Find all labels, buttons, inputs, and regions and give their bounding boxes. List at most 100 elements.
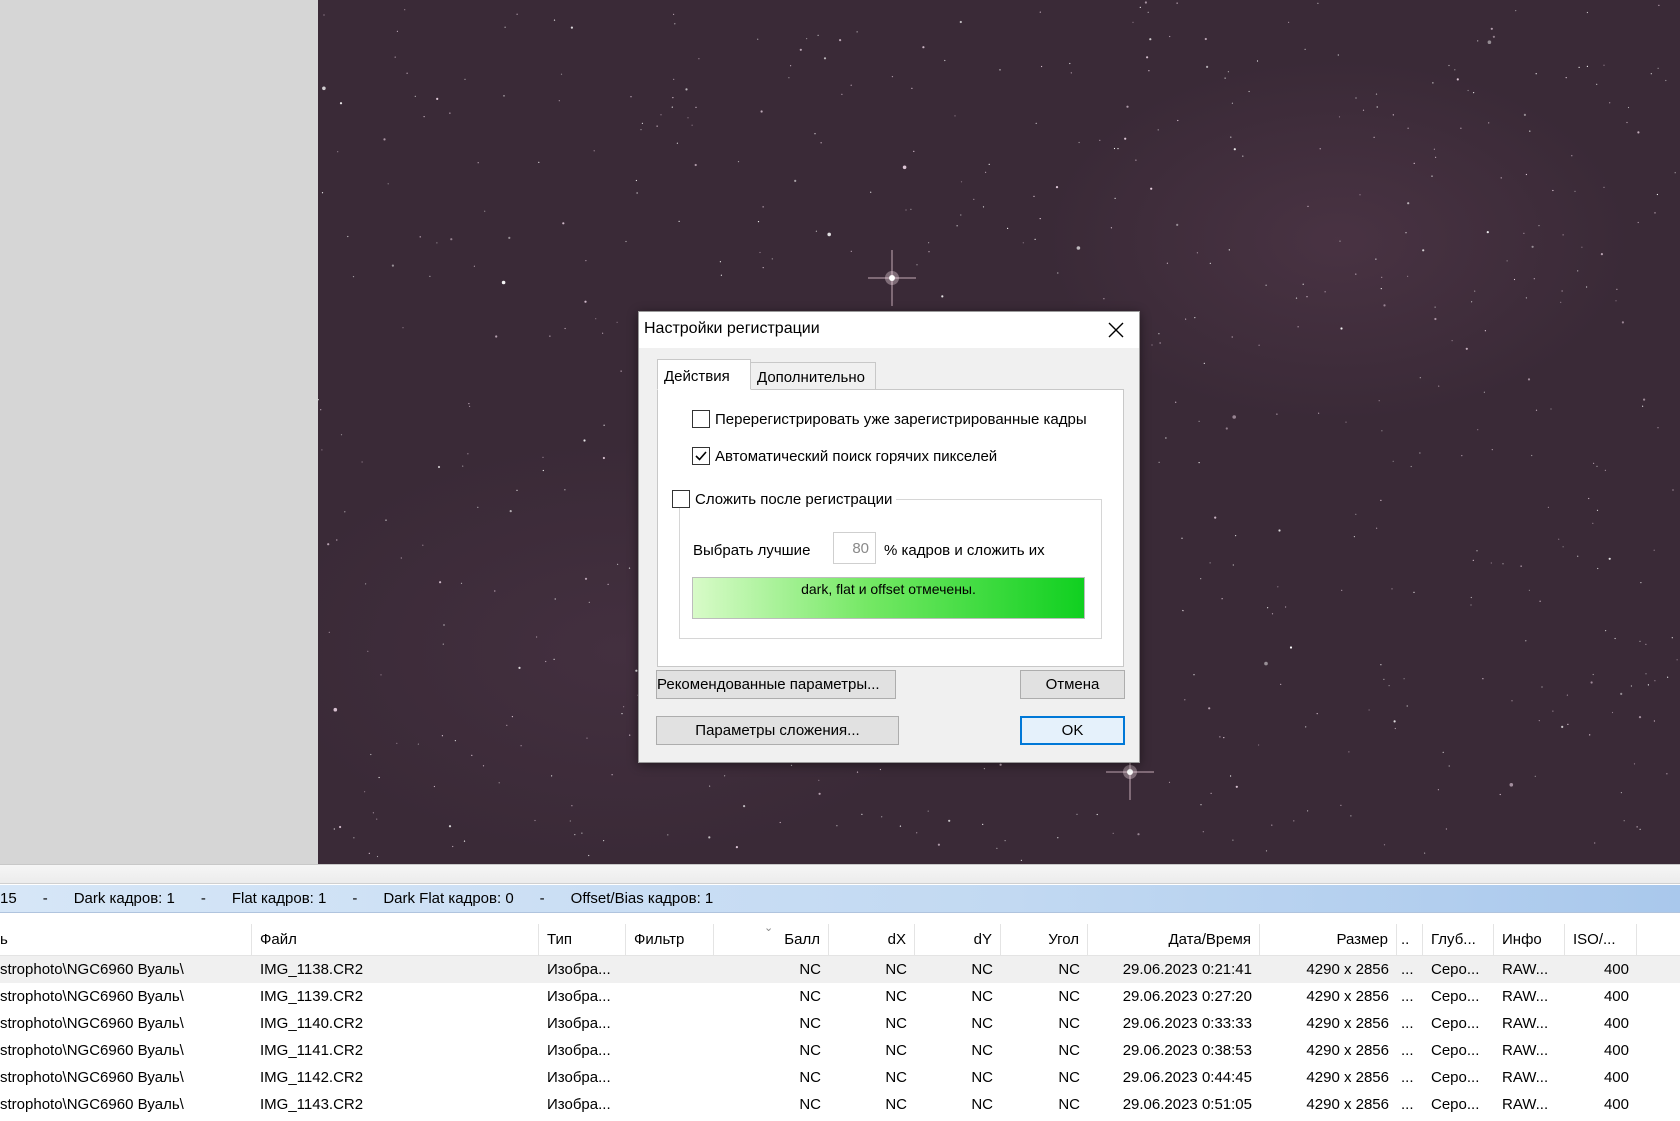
star [1435,156,1437,158]
cancel-button[interactable]: Отмена [1020,670,1125,699]
star [1567,723,1569,726]
best-percent-input[interactable] [833,532,876,564]
summary-count: 15 [0,890,17,907]
hot-pixels-option[interactable]: Автоматический поиск горячих пикселей [692,447,997,465]
column-filter[interactable]: Фильтр [626,924,714,955]
table-row[interactable]: strophoto\NGC6960 Вуаль\ IMG_1140.CR2 Изоб… [0,1010,1680,1037]
close-button[interactable] [1099,314,1133,346]
star [1214,516,1217,519]
cell-score: NC [799,1015,821,1032]
cell-dy: NC [971,988,993,1005]
star [1169,35,1171,38]
star [1007,227,1009,229]
star [1204,37,1207,41]
column-datetime[interactable]: Дата/Время [1088,924,1260,955]
star [337,151,339,153]
table-row[interactable]: strophoto\NGC6960 Вуаль\ IMG_1139.CR2 Изоб… [0,983,1680,1010]
column-dy[interactable]: dY [915,924,1001,955]
star [511,716,513,718]
reregister-checkbox[interactable] [692,410,710,428]
column-info[interactable]: Инфо [1494,924,1565,955]
column-size[interactable]: Размер [1260,924,1397,955]
dialog-titlebar[interactable]: Настройки регистрации [639,312,1139,348]
star [760,110,763,113]
star [1020,859,1023,862]
star [817,34,819,36]
column-angle[interactable]: Угол [1001,924,1088,955]
star [1324,291,1326,293]
star [1596,509,1599,511]
star [709,785,711,787]
star [1451,340,1453,342]
stack-after-checkbox[interactable] [672,490,690,508]
column-extra[interactable]: .. [1397,924,1423,955]
reregister-option[interactable]: Перерегистрировать уже зарегистрированны… [692,410,1087,428]
star [1276,413,1278,415]
star [450,238,453,241]
star [1355,273,1357,275]
column-file[interactable]: Файл [252,924,539,955]
star [588,601,590,604]
column-dx[interactable]: dX [829,924,915,955]
star [1231,336,1233,338]
star [1562,546,1564,548]
tab-advanced[interactable]: Дополнительно [750,362,876,390]
star [584,300,587,303]
star [1520,565,1522,567]
cell-size: 4290 x 2856 [1306,1096,1389,1113]
star [1589,734,1591,736]
star [1295,297,1298,299]
star [1609,102,1611,104]
star [1099,139,1101,141]
star [1280,683,1282,686]
star [794,179,797,182]
column-score[interactable]: ⌄ Балл [714,924,829,955]
star [956,225,958,227]
star [902,165,907,170]
star [1523,113,1526,116]
cell-size: 4290 x 2856 [1306,1015,1389,1032]
hot-pixels-checkbox[interactable] [692,447,710,465]
star [1552,189,1554,192]
cell-depth: Серо... [1431,988,1480,1005]
star [687,117,689,119]
star [1605,630,1607,632]
star [536,636,538,638]
star [1445,828,1447,830]
ok-button[interactable]: OK [1020,716,1125,745]
pane-splitter[interactable] [0,864,1680,884]
stack-after-option[interactable]: Сложить после регистрации [672,490,897,508]
star [364,791,366,793]
stacking-settings-button[interactable]: Параметры сложения... [656,716,899,745]
table-row[interactable]: strophoto\NGC6960 Вуаль\ IMG_1141.CR2 Изоб… [0,1037,1680,1064]
star [1392,114,1394,116]
cell-angle: NC [1058,1015,1080,1032]
star [1637,131,1640,134]
cell-extra: ... [1401,961,1414,978]
table-row[interactable]: strophoto\NGC6960 Вуаль\ IMG_1138.CR2 Изоб… [0,956,1680,983]
star [1477,40,1479,42]
star [1209,262,1211,264]
tab-actions[interactable]: Действия [657,359,751,390]
star [1113,147,1116,150]
star [1565,77,1567,79]
column-path[interactable]: ь [0,924,252,955]
star [1627,106,1630,109]
column-depth[interactable]: Глуб... [1423,924,1494,955]
star [376,855,379,858]
table-row[interactable]: strophoto\NGC6960 Вуаль\ IMG_1143.CR2 Изоб… [0,1091,1680,1118]
star [333,828,335,830]
recommended-settings-button[interactable]: Рекомендованные параметры... [656,670,896,699]
star [1319,148,1321,150]
star [1177,119,1179,122]
star [611,774,613,776]
star [1124,137,1127,140]
column-type[interactable]: Тип [539,924,626,955]
column-score-label: Балл [784,931,820,948]
star [321,449,323,451]
star [1233,148,1236,151]
cell-datetime: 29.06.2023 0:51:05 [1122,1096,1252,1113]
table-row[interactable]: strophoto\NGC6960 Вуаль\ IMG_1142.CR2 Изоб… [0,1064,1680,1091]
column-iso[interactable]: ISO/... [1565,924,1637,955]
star [506,724,508,727]
